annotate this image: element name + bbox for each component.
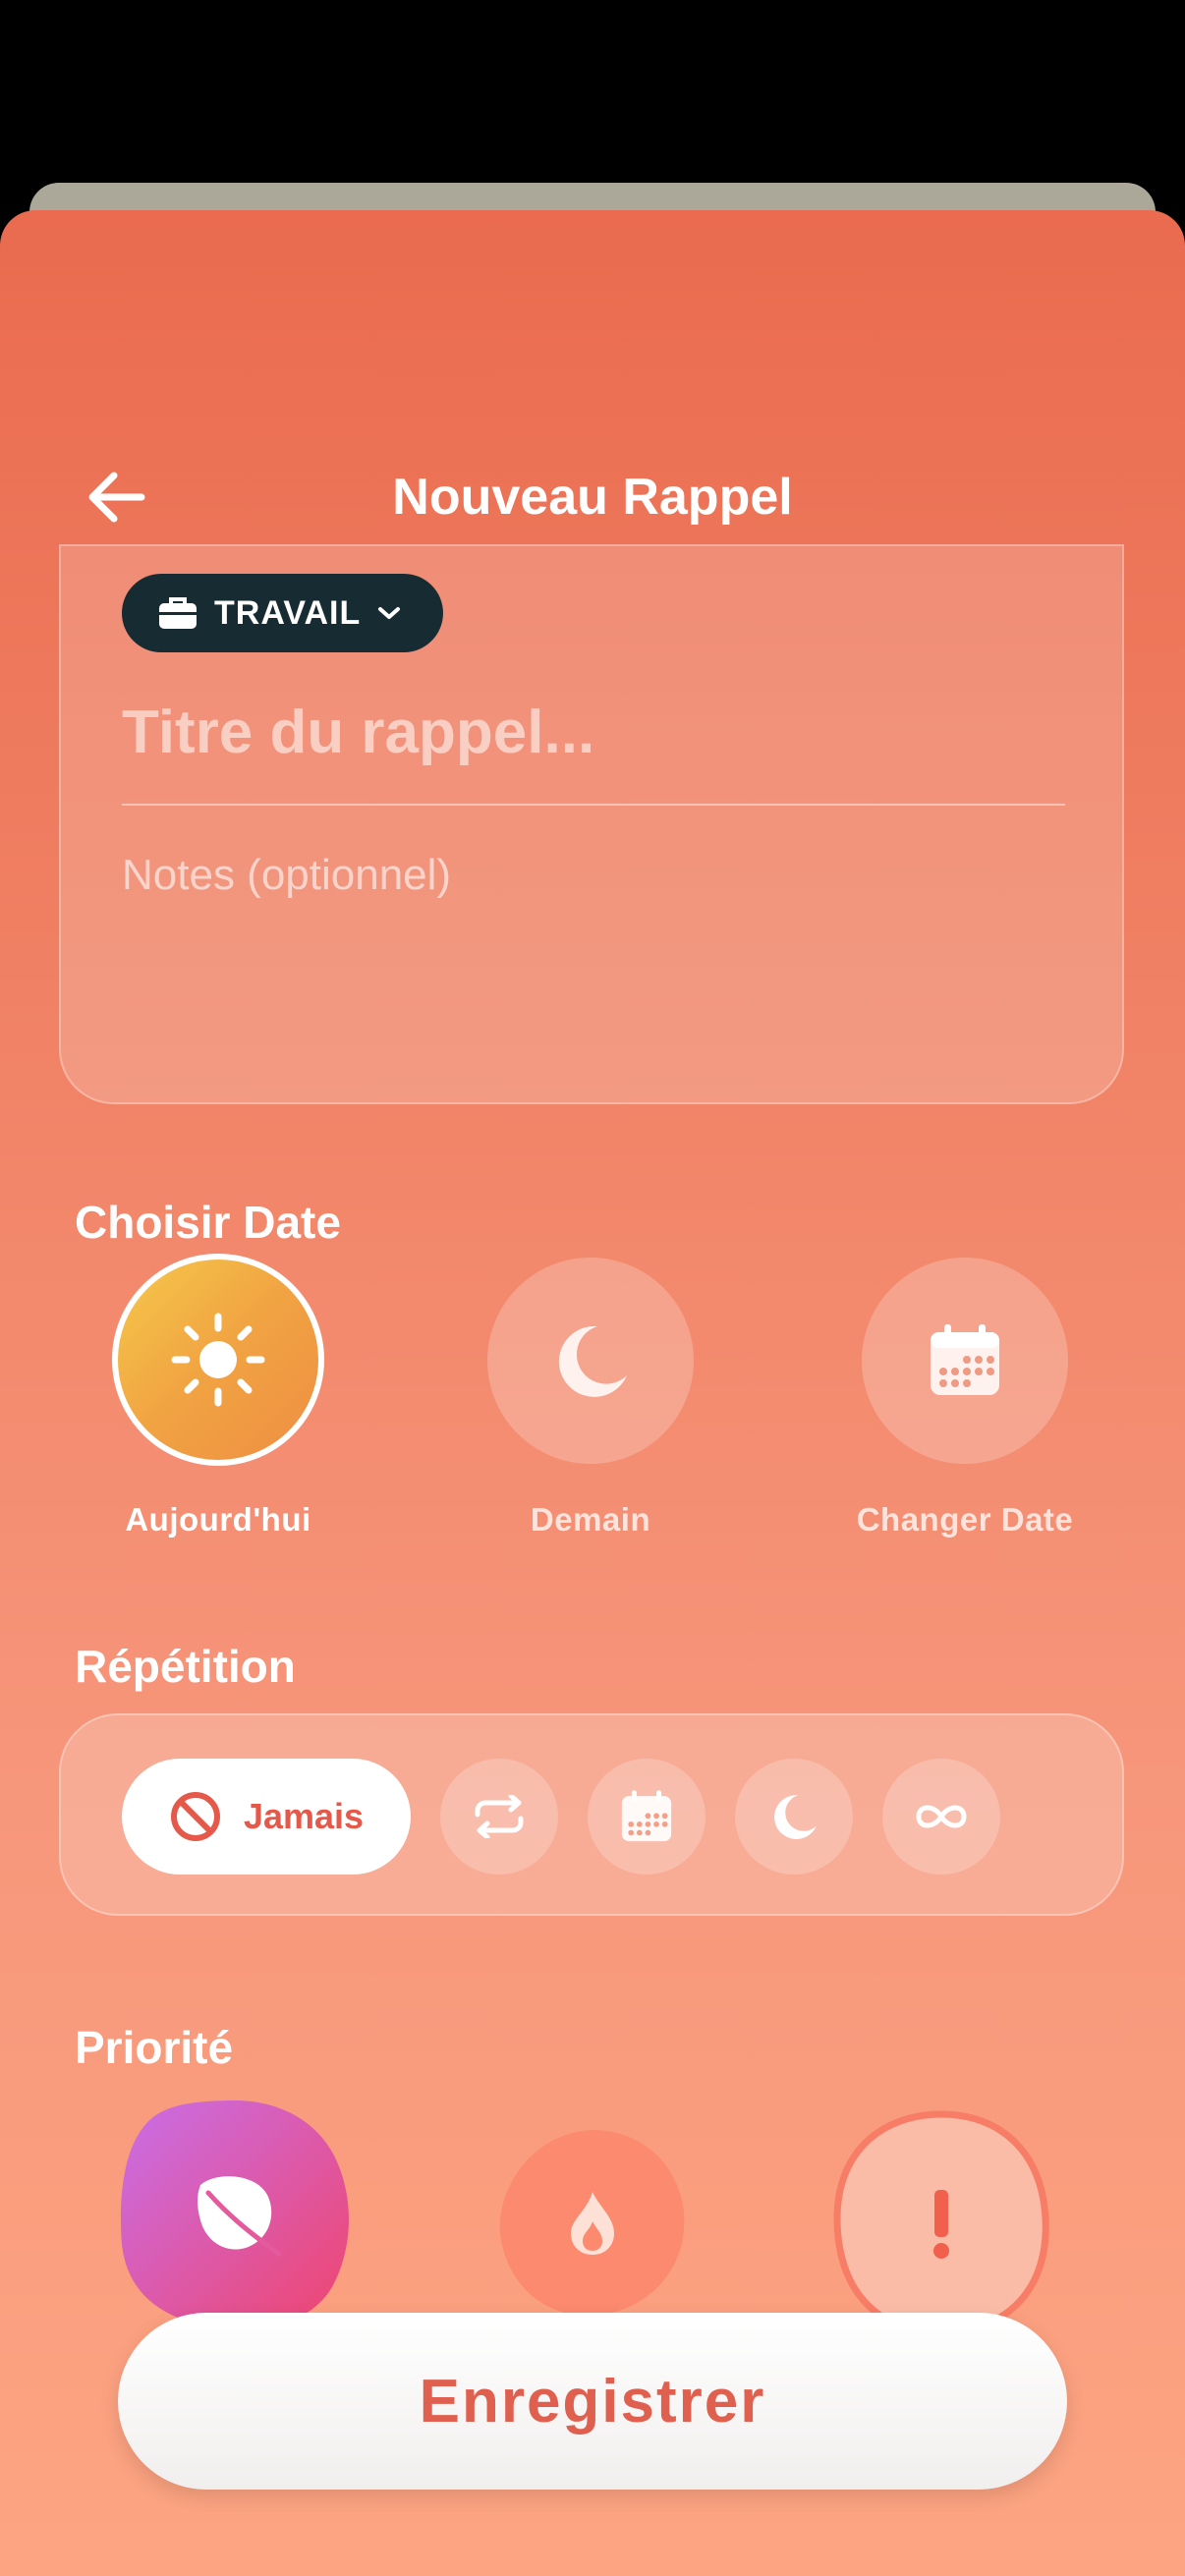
date-option-change[interactable]: Changer Date [818,1258,1112,1552]
reminder-card: TRAVAIL Titre du rappel... Notes (option… [59,544,1124,1104]
moon-icon [774,1795,818,1839]
flame-icon [571,2192,614,2255]
calendar-icon [931,1324,999,1395]
infinity-icon [916,1805,967,1828]
exclamation-icon [933,2190,949,2259]
repeat-selected-label: Jamais [243,1796,365,1836]
repeat-option-daily[interactable] [440,1759,558,1875]
priority-section-title: Priorité [75,2022,234,2073]
priority-low-button[interactable] [118,2097,354,2332]
moon-icon [558,1325,627,1397]
repeat-selector: Jamais [59,1713,1124,1916]
title-input[interactable]: Titre du rappel... [122,694,1065,772]
notes-input[interactable]: Notes (optionnel) [122,841,1065,910]
priority-high-button[interactable] [831,2110,1051,2336]
repeat-option-monthly[interactable] [588,1759,705,1875]
repeat-section-title: Répétition [75,1641,296,1692]
sun-icon [171,1313,265,1407]
date-label-tomorrow: Demain [530,1501,651,1538]
new-reminder-sheet: Nouveau Rappel TRAVAIL Titre du rappel..… [0,210,1185,2576]
priority-medium-button[interactable] [496,2126,689,2319]
calendar-icon [621,1790,672,1842]
date-circle-today [112,1254,324,1466]
repeat-option-nightly[interactable] [735,1759,853,1875]
leaf-icon [198,2176,282,2257]
page-title: Nouveau Rappel [392,469,793,526]
date-option-today[interactable]: Aujourd'hui [71,1254,366,1552]
repeat-option-forever[interactable] [882,1759,1000,1875]
date-circle-change [862,1258,1068,1464]
category-label: TRAVAIL [214,593,362,632]
date-section-title: Choisir Date [75,1197,341,1248]
chevron-down-icon [378,607,401,619]
never-icon [170,1792,220,1841]
repeat-option-never[interactable]: Jamais [122,1759,411,1875]
date-option-tomorrow[interactable]: Demain [443,1258,738,1552]
category-selector[interactable]: TRAVAIL [122,574,444,652]
briefcase-icon [159,597,197,629]
date-label-today: Aujourd'hui [125,1501,311,1538]
repeat-icon [475,1795,524,1838]
save-button[interactable]: Enregistrer [118,2313,1067,2490]
date-circle-tomorrow [487,1258,694,1464]
title-divider [122,804,1065,806]
date-label-change: Changer Date [856,1501,1074,1538]
